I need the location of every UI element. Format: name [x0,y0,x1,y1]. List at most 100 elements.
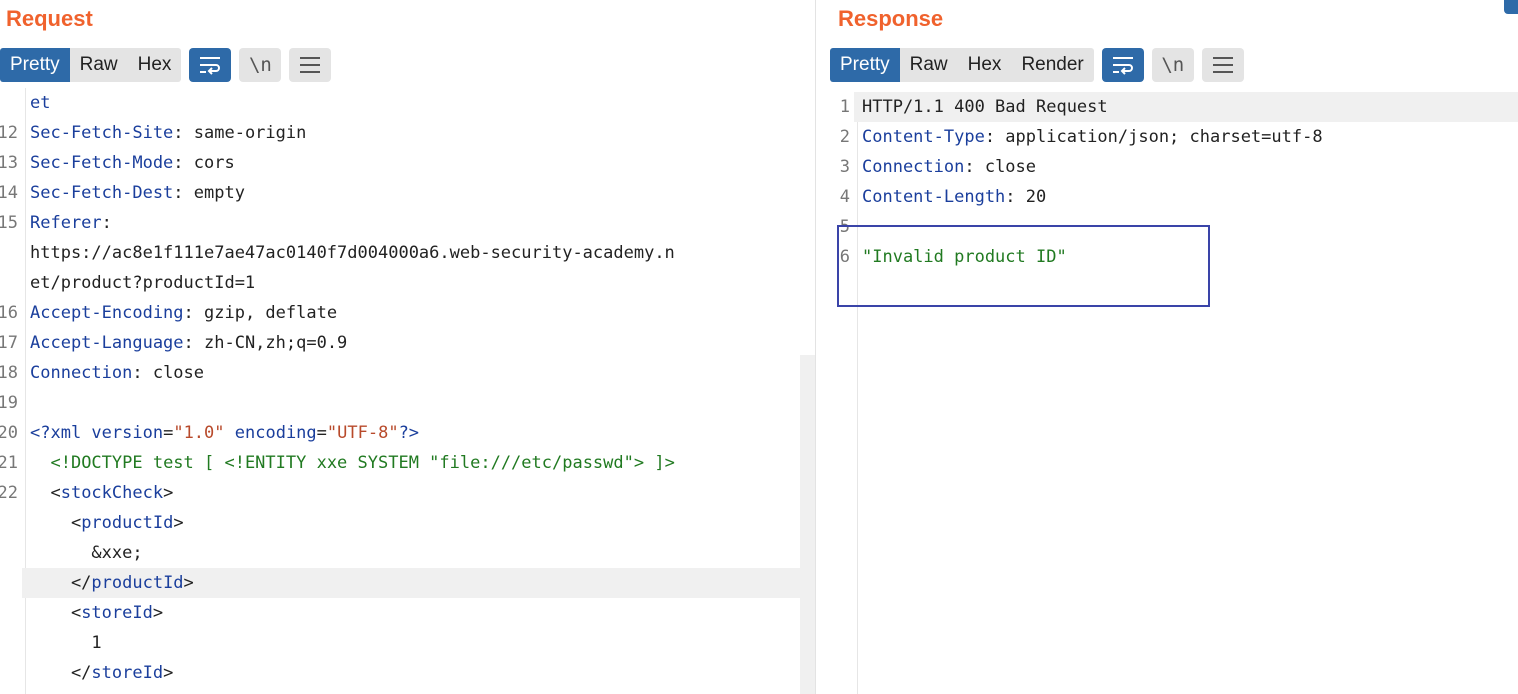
corner-button[interactable] [1504,0,1518,14]
code-token: = [163,423,174,443]
code-token: "UTF-8" [326,423,399,443]
code-line: https://ac8e1f111e7ae47ac0140f7d004000a6… [0,238,800,268]
line-text: Connection: close [862,152,1036,182]
menu-button[interactable] [289,48,332,82]
code-line: 14 Sec-Fetch-Dest: empty [0,178,800,208]
code-line: <productId> [0,508,800,538]
code-token: : [101,213,112,233]
code-token: productId [81,513,174,533]
line-number: 22 [0,483,18,503]
line-text: <?xml version="1.0" encoding="UTF-8"?> [30,418,419,448]
line-text: Sec-Fetch-Dest: empty [30,178,245,208]
wrap-lines-button[interactable] [189,48,232,82]
code-line: &xxe; [0,538,800,568]
code-token: < [30,603,82,623]
wrap-icon [200,57,221,75]
tab-raw[interactable]: Raw [900,48,958,82]
code-line: 12 Sec-Fetch-Site: same-origin [0,118,800,148]
code-token: Sec-Fetch-Site [30,123,174,143]
code-token: </ [30,573,92,593]
line-text: </stockCheck> [30,688,183,694]
hamburger-icon [1212,57,1233,73]
wrap-lines-button[interactable] [1101,48,1144,82]
line-text: Sec-Fetch-Site: same-origin [30,118,306,148]
request-editor[interactable]: et 12 Sec-Fetch-Site: same-origin 13 Sec-Fet… [0,88,800,694]
response-editor[interactable]: 1 HTTP/1.1 400 Bad Request 2 Content-Type: … [816,92,1518,694]
code-line: 1 [0,628,800,658]
show-newlines-button[interactable]: \n [239,48,282,82]
code-token: productId [91,573,184,593]
code-line: 18 Connection: close [0,358,800,388]
line-text: Content-Type: application/json; charset=… [862,122,1323,152]
line-text: <stockCheck> [30,478,173,508]
line-text: Accept-Language: zh-CN,zh;q=0.9 [30,328,347,358]
code-line: </storeId> [0,658,800,688]
line-text: <!DOCTYPE test [ <!ENTITY xxe SYSTEM "fi… [30,448,675,478]
request-toolbar: Pretty Raw Hex \n [0,48,332,82]
line-number: 12 [0,123,18,143]
line-number: 3 [839,157,850,177]
tab-raw[interactable]: Raw [70,48,128,82]
line-number: 18 [0,363,18,383]
line-number: 2 [839,127,850,147]
wrap-icon [1112,57,1133,75]
code-token: Referer [30,213,102,233]
line-text: &xxe; [30,538,142,568]
line-text: <productId> [30,508,184,538]
line-number: 15 [0,213,18,233]
line-text: HTTP/1.1 400 Bad Request [862,92,1108,122]
tab-pretty[interactable]: Pretty [0,48,70,82]
code-line: 15 Referer: [0,208,800,238]
code-token: : same-origin [173,123,307,143]
tab-pretty[interactable]: Pretty [830,48,900,82]
code-line: 19 [0,388,800,418]
code-token: version [91,423,164,443]
response-toolbar: Pretty Raw Hex Render \n [830,48,1244,82]
code-line: et/product?productId=1 [0,268,800,298]
menu-button[interactable] [1201,48,1244,82]
line-text: Referer: [30,208,112,238]
response-view-tabs: Pretty Raw Hex Render [830,48,1094,82]
code-token: Connection [862,157,965,177]
code-token: : zh-CN,zh;q=0.9 [183,333,348,353]
code-line: </stockCheck> [0,688,800,694]
line-text: et/product?productId=1 [30,268,255,298]
tab-hex[interactable]: Hex [128,48,182,82]
code-token: HTTP/1.1 400 Bad Request [862,97,1108,117]
code-token: <!DOCTYPE test [ <!ENTITY xxe SYSTEM "fi… [50,453,675,473]
code-token: Accept-Encoding [30,303,184,323]
highlight-box [837,225,1210,307]
line-number: 16 [0,303,18,323]
code-line: 21 <!DOCTYPE test [ <!ENTITY xxe SYSTEM … [0,448,800,478]
code-line: 17 Accept-Language: zh-CN,zh;q=0.9 [0,328,800,358]
code-line: 20 <?xml version="1.0" encoding="UTF-8"?> [0,418,800,448]
code-token: et/product?productId=1 [30,273,256,293]
request-scrollbar[interactable] [800,355,815,694]
request-panel: Request Pretty Raw Hex \n et 12 Sec-Fetch-Si… [0,0,815,694]
code-token: 1 [30,633,102,653]
response-title: Response [838,6,944,31]
code-token: Sec-Fetch-Dest [30,183,174,203]
code-token: Sec-Fetch-Mode [30,153,174,173]
line-number: 14 [0,183,18,203]
tab-render[interactable]: Render [1011,48,1093,82]
line-number: 20 [0,423,18,443]
newline-icon: \n [248,54,272,76]
show-newlines-button[interactable]: \n [1151,48,1194,82]
code-token: : close [964,157,1037,177]
code-token: : cors [173,153,235,173]
tab-hex[interactable]: Hex [958,48,1012,82]
line-number: 17 [0,333,18,353]
line-number: 1 [839,97,850,117]
line-number: 21 [0,453,18,473]
code-token: Connection [30,363,133,383]
code-token: stockCheck [60,483,164,503]
line-number: 13 [0,153,18,173]
code-line: <storeId> [0,598,800,628]
code-token: : application/json; charset=utf-8 [984,127,1323,147]
code-line: 4 Content-Length: 20 [816,182,1518,212]
code-token: storeId [81,603,153,623]
code-token: et [30,93,51,113]
code-token: </ [30,663,92,683]
